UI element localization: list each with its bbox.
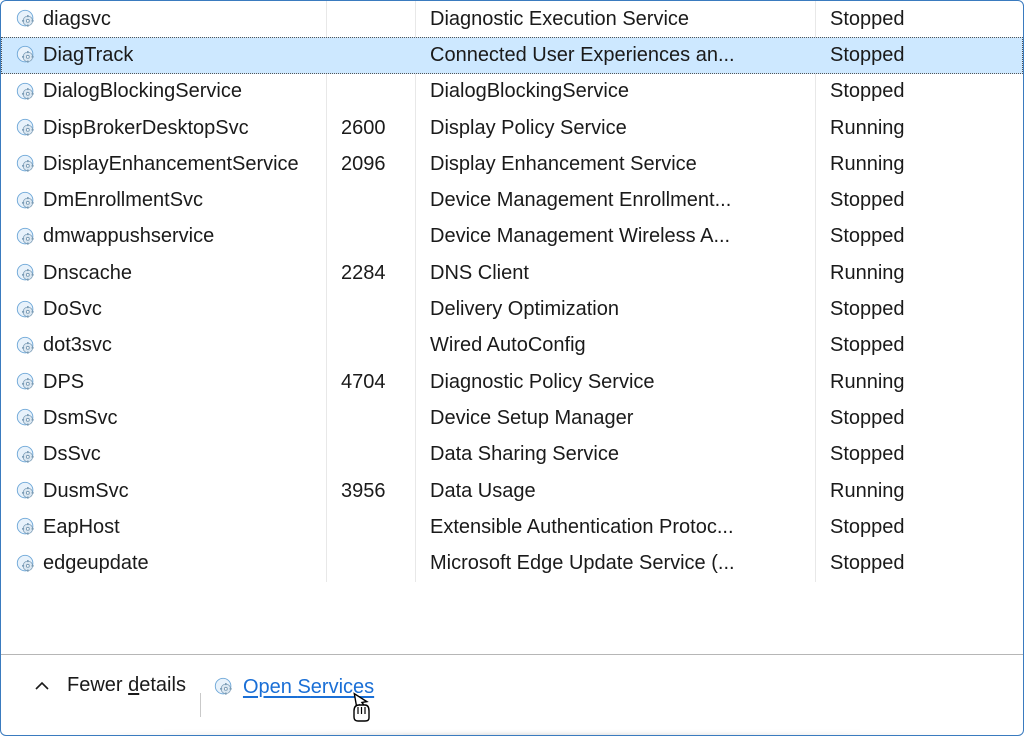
- service-gear-icon: [13, 115, 39, 141]
- open-services-label: Open Services: [243, 676, 374, 699]
- service-name: edgeupdate: [43, 552, 149, 575]
- service-gear-icon: [13, 79, 39, 105]
- service-gear-icon: [13, 333, 39, 359]
- chevron-up-icon: [31, 675, 53, 697]
- service-row[interactable]: DisplayEnhancementService 2096 Display Enh…: [1, 146, 1023, 182]
- service-gear-icon: [13, 405, 39, 431]
- service-row[interactable]: DoSvc Delivery Optimization Stopped: [1, 291, 1023, 327]
- service-row[interactable]: DsSvc Data Sharing Service Stopped: [1, 437, 1023, 473]
- service-status: Stopped: [830, 189, 905, 212]
- service-description: Connected User Experiences an...: [430, 44, 735, 67]
- service-gear-icon: [13, 224, 39, 250]
- service-description: Extensible Authentication Protoc...: [430, 516, 734, 539]
- service-row[interactable]: DsmSvc Device Setup Manager Stopped: [1, 400, 1023, 436]
- footer-separator: [200, 693, 201, 717]
- service-gear-icon: [13, 42, 39, 68]
- service-name: DPS: [43, 371, 84, 394]
- service-description: Delivery Optimization: [430, 298, 619, 321]
- service-name: DoSvc: [43, 298, 102, 321]
- service-status: Running: [830, 117, 905, 140]
- service-status: Stopped: [830, 298, 905, 321]
- service-row[interactable]: dot3svc Wired AutoConfig Stopped: [1, 328, 1023, 364]
- services-list[interactable]: diagsvc Diagnostic Execution Service Stopp…: [1, 1, 1023, 655]
- task-manager-services-window: diagsvc Diagnostic Execution Service Stopp…: [1, 1, 1023, 735]
- service-pid: 2284: [341, 262, 386, 285]
- service-gear-icon: [13, 551, 39, 577]
- service-name: DsmSvc: [43, 407, 117, 430]
- footer-bar: Fewer details Open Services: [1, 655, 1023, 735]
- service-row[interactable]: DusmSvc 3956 Data Usage Running: [1, 473, 1023, 509]
- service-gear-icon: [13, 369, 39, 395]
- service-gear-icon: [13, 442, 39, 468]
- open-services-link[interactable]: Open Services: [211, 674, 374, 700]
- service-description: Diagnostic Policy Service: [430, 371, 655, 394]
- service-name: dot3svc: [43, 334, 112, 357]
- service-row[interactable]: dmwappushservice Device Management Wirele…: [1, 219, 1023, 255]
- service-gear-icon: [13, 151, 39, 177]
- service-name: DisplayEnhancementService: [43, 153, 299, 176]
- service-status: Running: [830, 480, 905, 503]
- service-description: Device Management Enrollment...: [430, 189, 731, 212]
- service-status: Running: [830, 371, 905, 394]
- service-gear-icon: [13, 514, 39, 540]
- service-name: DispBrokerDesktopSvc: [43, 117, 249, 140]
- service-status: Running: [830, 153, 905, 176]
- service-description: Wired AutoConfig: [430, 334, 586, 357]
- service-description: Device Management Wireless A...: [430, 225, 730, 248]
- service-name: EapHost: [43, 516, 120, 539]
- service-description: Device Setup Manager: [430, 407, 633, 430]
- service-name: DialogBlockingService: [43, 80, 242, 103]
- service-pid: 2600: [341, 117, 386, 140]
- service-pid: 2096: [341, 153, 386, 176]
- service-gear-icon: [13, 297, 39, 323]
- service-row[interactable]: EapHost Extensible Authentication Protoc.…: [1, 509, 1023, 545]
- fewer-details-label: Fewer details: [67, 674, 186, 697]
- service-gear-icon: [13, 260, 39, 286]
- service-name: diagsvc: [43, 8, 111, 31]
- fewer-details-button[interactable]: Fewer details: [31, 674, 186, 697]
- service-row[interactable]: DispBrokerDesktopSvc 2600 Display Policy S…: [1, 110, 1023, 146]
- service-name: DiagTrack: [43, 44, 133, 67]
- service-status: Stopped: [830, 552, 905, 575]
- service-gear-icon: [13, 188, 39, 214]
- service-row[interactable]: edgeupdate Microsoft Edge Update Service …: [1, 545, 1023, 581]
- service-description: DNS Client: [430, 262, 529, 285]
- service-status: Stopped: [830, 334, 905, 357]
- service-description: Diagnostic Execution Service: [430, 8, 689, 31]
- service-status: Stopped: [830, 443, 905, 466]
- service-description: Microsoft Edge Update Service (...: [430, 552, 735, 575]
- service-name: dmwappushservice: [43, 225, 214, 248]
- service-status: Stopped: [830, 516, 905, 539]
- service-status: Stopped: [830, 407, 905, 430]
- service-description: Data Usage: [430, 480, 536, 503]
- service-gear-icon: [211, 674, 237, 700]
- service-pid: 3956: [341, 480, 386, 503]
- service-description: DialogBlockingService: [430, 80, 629, 103]
- service-row[interactable]: DmEnrollmentSvc Device Management Enrollm…: [1, 182, 1023, 218]
- service-status: Stopped: [830, 8, 905, 31]
- service-pid: 4704: [341, 371, 386, 394]
- service-name: Dnscache: [43, 262, 132, 285]
- service-name: DsSvc: [43, 443, 101, 466]
- service-status: Stopped: [830, 80, 905, 103]
- service-name: DusmSvc: [43, 480, 129, 503]
- service-gear-icon: [13, 478, 39, 504]
- service-status: Stopped: [830, 225, 905, 248]
- service-row[interactable]: Dnscache 2284 DNS Client Running: [1, 255, 1023, 291]
- service-row[interactable]: DialogBlockingService DialogBlockingServi…: [1, 74, 1023, 110]
- service-row[interactable]: diagsvc Diagnostic Execution Service Stopp…: [1, 1, 1023, 37]
- service-name: DmEnrollmentSvc: [43, 189, 203, 212]
- service-description: Display Enhancement Service: [430, 153, 697, 176]
- service-gear-icon: [13, 6, 39, 32]
- service-status: Running: [830, 262, 905, 285]
- service-description: Data Sharing Service: [430, 443, 619, 466]
- service-row[interactable]: DPS 4704 Diagnostic Policy Service Running: [1, 364, 1023, 400]
- service-row[interactable]: DiagTrack Connected User Experiences an..…: [1, 37, 1023, 73]
- service-description: Display Policy Service: [430, 117, 627, 140]
- service-status: Stopped: [830, 44, 905, 67]
